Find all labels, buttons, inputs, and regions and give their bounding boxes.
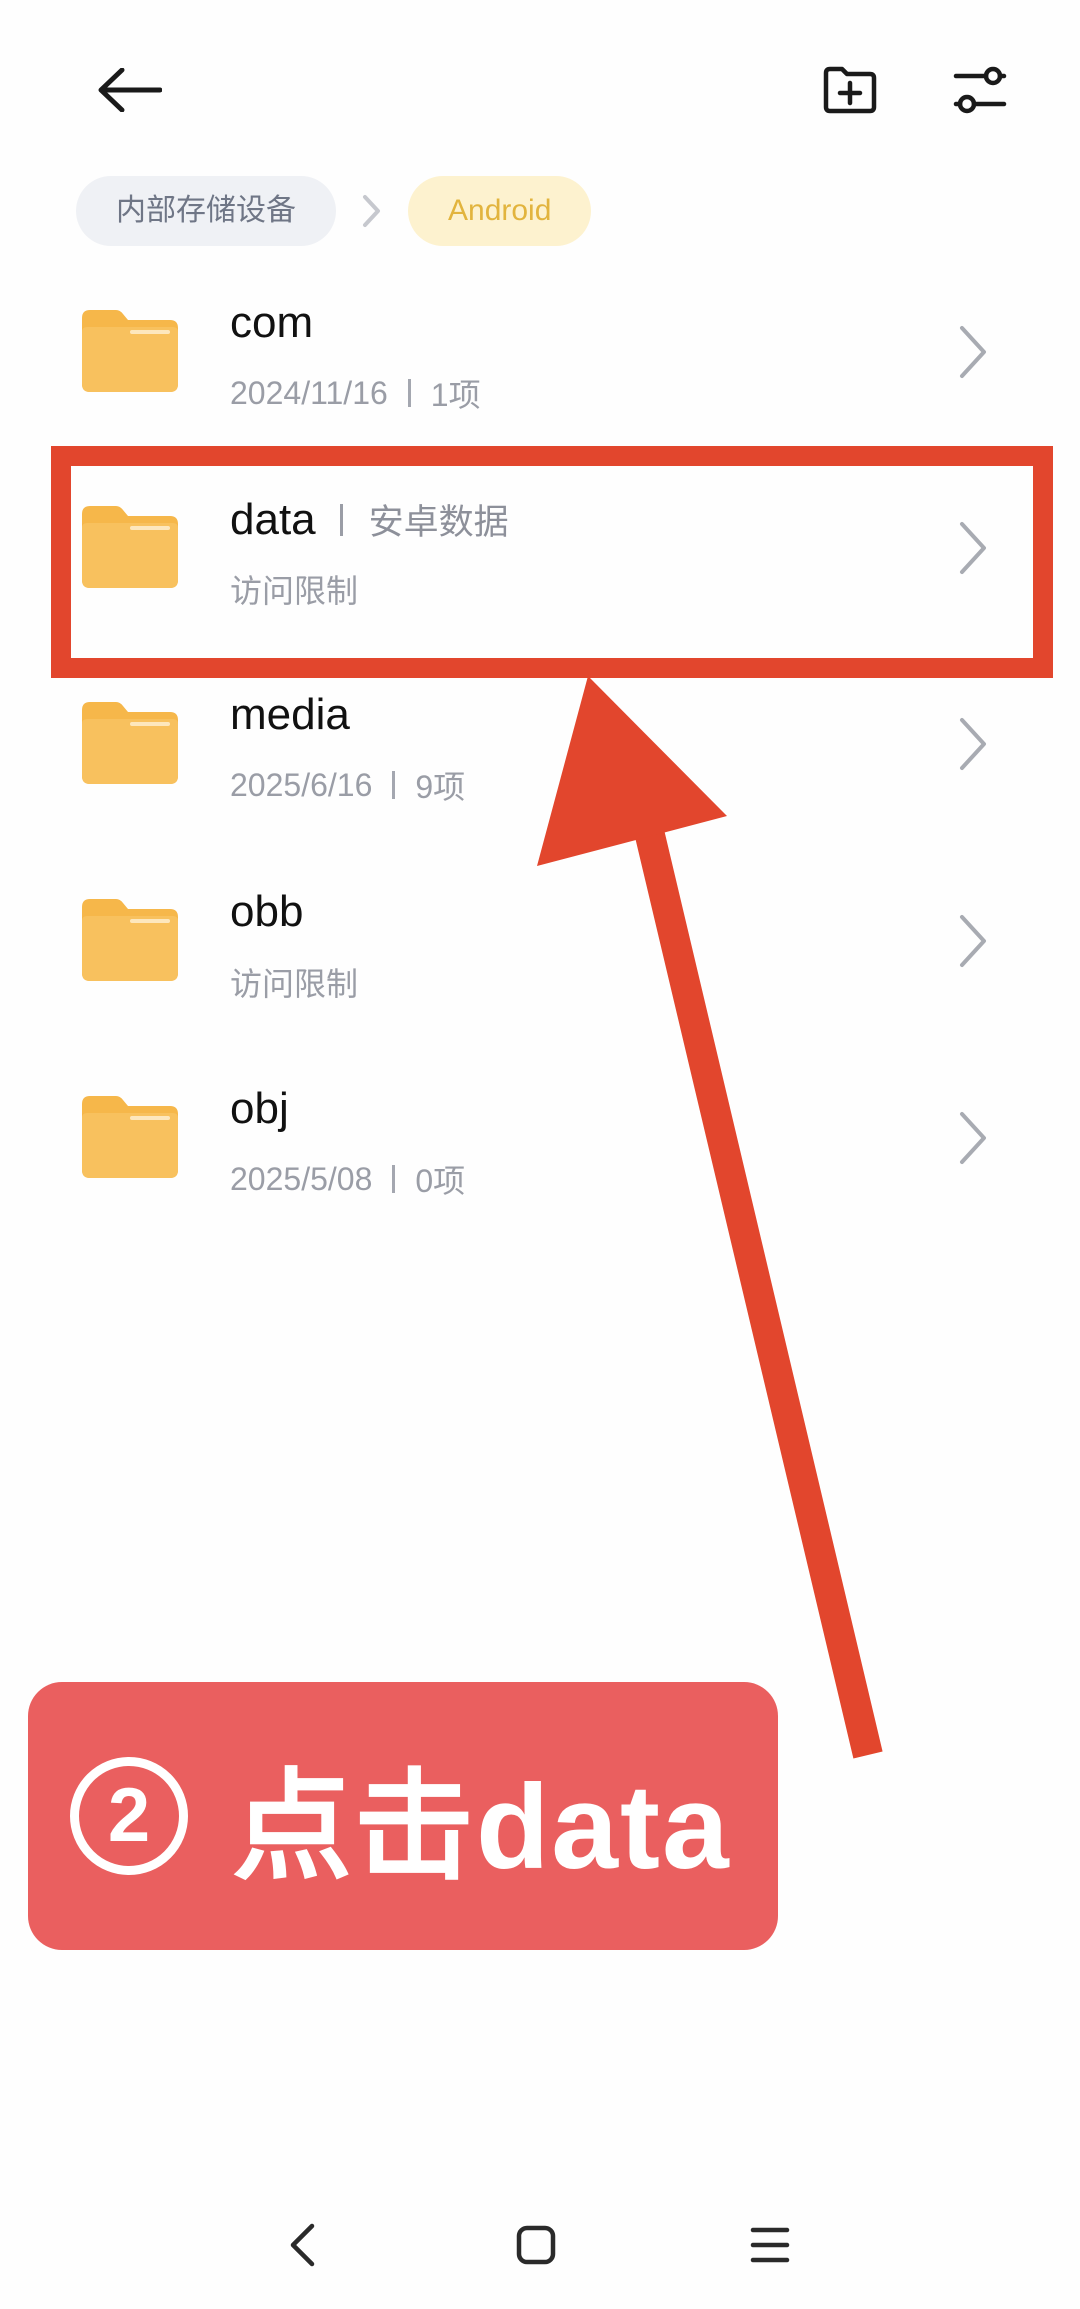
chevron-right-icon — [960, 915, 986, 967]
back-button[interactable] — [80, 40, 180, 140]
arrow-left-icon — [98, 68, 162, 112]
meta-divider — [407, 379, 411, 407]
meta-divider — [392, 1165, 396, 1193]
folder-plus-icon — [823, 66, 877, 114]
breadcrumb: 内部存储设备 Android — [76, 176, 592, 246]
square-icon — [516, 2225, 556, 2265]
file-manager-screen: 内部存储设备 Android com 2024/11/16 1项 data 安卓… — [0, 0, 1080, 2309]
breadcrumb-root[interactable]: 内部存储设备 — [76, 176, 336, 246]
list-item-obj[interactable]: obj 2025/5/08 0项 — [0, 1044, 1080, 1240]
file-date: 2025/5/08 — [230, 1160, 373, 1197]
sliders-icon — [953, 66, 1007, 114]
filter-settings-button[interactable] — [930, 40, 1030, 140]
file-name: media — [230, 690, 350, 739]
folder-icon — [82, 899, 178, 981]
breadcrumb-separator — [336, 176, 408, 246]
file-name: obj — [230, 1084, 289, 1133]
file-meta: 2025/6/16 9项 — [230, 762, 465, 808]
step-instruction-callout: 2 点击data — [28, 1682, 778, 1950]
file-count: 0项 — [415, 1163, 466, 1199]
nav-home-button[interactable] — [486, 2210, 586, 2280]
folder-icon — [82, 1096, 178, 1178]
chevron-right-icon — [960, 326, 986, 378]
new-folder-button[interactable] — [800, 40, 900, 140]
file-count: 9项 — [415, 769, 466, 805]
breadcrumb-current[interactable]: Android — [408, 176, 592, 246]
step-instruction-text: 点击data — [232, 1760, 731, 1894]
chevron-left-icon — [290, 2223, 315, 2267]
file-name: obb — [230, 887, 304, 936]
file-date: 2024/11/16 — [230, 374, 388, 411]
list-item-obb[interactable]: obb 访问限制 — [0, 847, 1080, 1043]
file-date: 2025/6/16 — [230, 766, 373, 803]
file-meta: 2024/11/16 1项 — [230, 370, 481, 416]
file-meta: 访问限制 — [230, 959, 358, 1005]
file-meta: 2025/5/08 0项 — [230, 1156, 465, 1202]
menu-icon — [750, 2227, 790, 2263]
folder-icon — [82, 702, 178, 784]
nav-menu-button[interactable] — [720, 2210, 820, 2280]
step-number-badge: 2 — [70, 1757, 188, 1875]
nav-back-button[interactable] — [252, 2210, 352, 2280]
file-count: 1项 — [430, 377, 481, 413]
chevron-right-icon — [960, 1112, 986, 1164]
chevron-right-icon — [960, 718, 986, 770]
chevron-right-icon — [363, 195, 380, 227]
file-name: com — [230, 298, 314, 347]
list-item-media[interactable]: media 2025/6/16 9项 — [0, 650, 1080, 846]
annotation-highlight-box — [51, 446, 1053, 678]
folder-icon — [82, 310, 178, 392]
meta-divider — [392, 771, 396, 799]
list-item-com[interactable]: com 2024/11/16 1项 — [0, 258, 1080, 454]
file-status: 访问限制 — [230, 966, 359, 1002]
